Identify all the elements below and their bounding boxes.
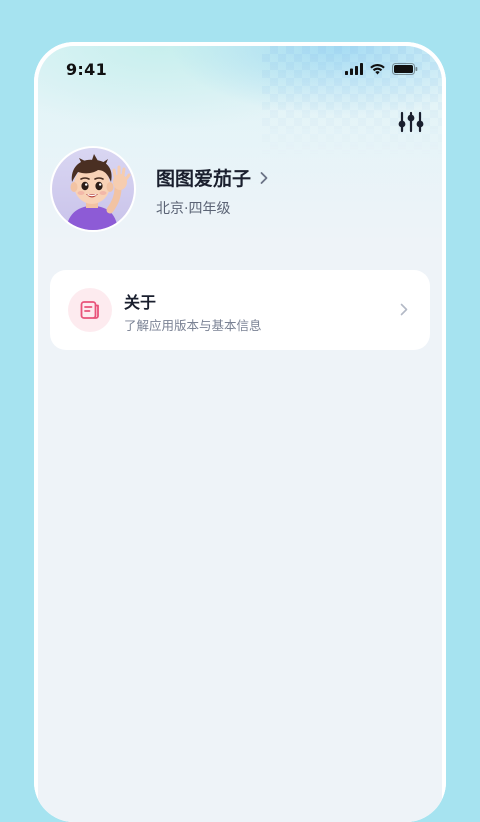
menu-item-about[interactable]: 关于 了解应用版本与基本信息 [50, 270, 430, 350]
phone-frame: 9:41 图图爱茄子 北京·四年级 关于 了解应用版本与基本信息 [34, 42, 446, 822]
chevron-right-icon [260, 171, 268, 184]
signal-icon [345, 63, 363, 75]
settings-button[interactable] [398, 111, 424, 133]
profile-section: 图图爱茄子 北京·四年级 [50, 146, 430, 236]
book-icon [80, 301, 99, 319]
avatar[interactable] [50, 146, 136, 232]
wifi-icon [370, 63, 385, 75]
profile-location: 北京·四年级 [156, 201, 231, 217]
status-bar: 9:41 [38, 60, 442, 82]
sliders-icon [398, 111, 424, 133]
chevron-right-icon [400, 303, 408, 316]
avatar-boy-waving [66, 154, 131, 230]
profile-name-link[interactable]: 图图爱茄子 [156, 164, 269, 191]
status-time: 9:41 [66, 60, 107, 79]
battery-icon [392, 63, 418, 75]
screen: 9:41 图图爱茄子 北京·四年级 关于 了解应用版本与基本信息 [38, 46, 442, 822]
menu-item-subtitle: 了解应用版本与基本信息 [124, 318, 262, 333]
about-icon-badge [68, 288, 112, 332]
menu-item-title: 关于 [124, 293, 157, 312]
profile-name: 图图爱茄子 [156, 168, 252, 190]
status-icons [345, 63, 418, 75]
